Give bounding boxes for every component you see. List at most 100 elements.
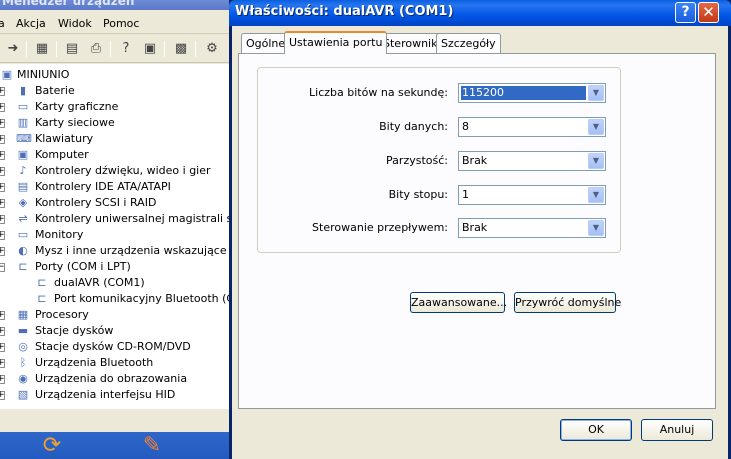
help-icon[interactable]: ? bbox=[117, 40, 135, 58]
flow-control-label: Sterowanie przepływem: bbox=[312, 221, 448, 234]
tree-item-label: Porty (COM i LPT) bbox=[35, 260, 131, 273]
sound-icon: ♪ bbox=[19, 164, 27, 177]
network-card-icon: ▥ bbox=[17, 116, 29, 129]
stop-bits-combo[interactable]: 1 ▼ bbox=[458, 185, 606, 205]
menu-item-cut[interactable]: a bbox=[0, 17, 6, 30]
tab-general[interactable]: Ogólne bbox=[241, 33, 291, 53]
port-settings-group: Liczba bitów na sekundę: 115200 ▼ Bity d… bbox=[257, 67, 621, 253]
device-manager-menubar: a Akcja Widok Pomoc bbox=[0, 14, 236, 34]
monitor-icon: ▭ bbox=[17, 228, 29, 241]
device-manager-toolbar: ➜ ▦ ▤ ⎙ ? ▣ ▩ ⚙ bbox=[0, 35, 236, 63]
mouse-icon: ◐ bbox=[18, 244, 28, 257]
data-bits-label: Bity danych: bbox=[379, 120, 448, 133]
tree-item-label: Kontrolery SCSI i RAID bbox=[35, 196, 157, 209]
close-button[interactable]: ✕ bbox=[698, 2, 719, 23]
flow-control-combo[interactable]: Brak ▼ bbox=[458, 218, 606, 238]
chevron-down-icon[interactable]: ▼ bbox=[588, 85, 604, 101]
computer-icon: ▣ bbox=[1, 68, 13, 81]
device-tree: ▣ MINIUNIO + ▮ Baterie + ▭ Karty graficzne + ▥ K… bbox=[0, 64, 236, 408]
tab-driver[interactable]: Sterownik bbox=[378, 33, 443, 53]
data-bits-value: 8 bbox=[462, 120, 469, 133]
chevron-down-icon[interactable]: ▼ bbox=[588, 187, 604, 203]
tree-item-label: Stacje dysków bbox=[35, 324, 114, 337]
chevron-down-icon[interactable]: ▼ bbox=[588, 153, 604, 169]
tree-item-label: Urządzenia interfejsu HID bbox=[35, 388, 176, 401]
menu-item-pomoc[interactable]: Pomoc bbox=[103, 17, 139, 30]
tab-port-settings[interactable]: Ustawienia portu bbox=[284, 31, 388, 54]
bits-per-second-value: 115200 bbox=[461, 86, 586, 100]
collapse-icon[interactable]: − bbox=[0, 263, 5, 272]
expand-icon[interactable]: + bbox=[0, 311, 5, 320]
disk-drive-icon: ▬ bbox=[17, 324, 29, 337]
expand-icon[interactable]: + bbox=[0, 247, 5, 256]
expand-icon[interactable]: + bbox=[0, 215, 5, 224]
tree-item-label: Urządzenia do obrazowania bbox=[35, 372, 188, 385]
battery-icon: ▮ bbox=[19, 84, 27, 97]
tree-item-label: Karty graficzne bbox=[35, 100, 119, 113]
port-device-icon: ⊏ bbox=[37, 292, 47, 305]
expand-icon[interactable]: + bbox=[0, 87, 5, 96]
parity-label: Parzystość: bbox=[386, 154, 448, 167]
tab-panel: Liczba bitów na sekundę: 115200 ▼ Bity d… bbox=[238, 53, 716, 409]
data-bits-combo[interactable]: 8 ▼ bbox=[458, 117, 606, 137]
menu-item-widok[interactable]: Widok bbox=[58, 17, 92, 30]
tree-item-label: Kontrolery dźwięku, wideo i gier bbox=[35, 164, 211, 177]
expand-icon[interactable]: + bbox=[0, 231, 5, 240]
bits-per-second-combo[interactable]: 115200 ▼ bbox=[458, 83, 606, 103]
print-icon[interactable]: ⎙ bbox=[87, 40, 105, 58]
stop-bits-value: 1 bbox=[462, 188, 469, 201]
ide-controller-icon: ▤ bbox=[17, 180, 29, 193]
menu-item-akcja[interactable]: Akcja bbox=[16, 17, 46, 30]
tree-view-icon[interactable]: ▦ bbox=[33, 40, 51, 58]
cdrom-icon: ◎ bbox=[18, 340, 28, 353]
ok-button[interactable]: OK bbox=[560, 419, 632, 441]
processor-icon: ▦ bbox=[17, 308, 29, 321]
help-button[interactable]: ? bbox=[675, 2, 696, 23]
keyboard-icon: ⌨ bbox=[16, 132, 32, 145]
chevron-down-icon[interactable]: ▼ bbox=[588, 119, 604, 135]
expand-icon[interactable]: + bbox=[0, 327, 5, 336]
display-adapter-icon: ▭ bbox=[17, 100, 29, 113]
properties-icon[interactable]: ▤ bbox=[63, 40, 81, 58]
expand-icon[interactable]: + bbox=[0, 183, 5, 192]
tree-item-label: Mysz i inne urządzenia wskazujące bbox=[35, 244, 227, 257]
tree-item-label: Karty sieciowe bbox=[35, 116, 115, 129]
computer-icon[interactable]: ▩ bbox=[172, 40, 190, 58]
tree-item-label: Komputer bbox=[35, 148, 89, 161]
advanced-button[interactable]: Zaawansowane... bbox=[410, 292, 507, 313]
sync-icon[interactable]: ⟳ bbox=[34, 432, 70, 459]
tree-item-label: dualAVR (COM1) bbox=[54, 276, 145, 289]
cancel-button[interactable]: Anuluj bbox=[641, 419, 713, 441]
restore-defaults-button[interactable]: Przywróć domyślne bbox=[514, 292, 621, 313]
expand-icon[interactable]: + bbox=[0, 343, 5, 352]
expand-icon[interactable]: + bbox=[0, 135, 5, 144]
device-manager-window: Menedżer urządzeń a Akcja Widok Pomoc ➜ … bbox=[0, 0, 236, 432]
tree-item-label: Port komunikacyjny Bluetooth (COM bbox=[54, 292, 236, 305]
dialog-titlebar[interactable]: Właściwości: dualAVR (COM1) ? ✕ bbox=[229, 0, 731, 26]
usb-icon: ⇌ bbox=[18, 212, 28, 225]
stop-bits-label: Bity stopu: bbox=[388, 188, 448, 201]
expand-icon[interactable]: + bbox=[0, 199, 5, 208]
tab-details[interactable]: Szczegóły bbox=[436, 33, 501, 53]
tree-item-label: Urządzenia Bluetooth bbox=[35, 356, 154, 369]
parity-combo[interactable]: Brak ▼ bbox=[458, 151, 606, 171]
forward-arrow-icon[interactable]: ➜ bbox=[4, 40, 22, 58]
expand-icon[interactable]: + bbox=[0, 103, 5, 112]
expand-icon[interactable]: + bbox=[0, 359, 5, 368]
expand-icon[interactable]: + bbox=[0, 151, 5, 160]
tree-item-label: Klawiatury bbox=[35, 132, 94, 145]
scan-hardware-icon[interactable]: ⚙ bbox=[203, 40, 221, 58]
expand-icon[interactable]: + bbox=[0, 375, 5, 384]
console-tree-icon[interactable]: ▣ bbox=[141, 40, 159, 58]
parity-value: Brak bbox=[462, 154, 488, 167]
expand-icon[interactable]: + bbox=[0, 391, 5, 400]
port-icon: ⊏ bbox=[18, 260, 28, 273]
chevron-down-icon[interactable]: ▼ bbox=[588, 220, 604, 236]
paint-icon[interactable]: ✎ bbox=[134, 432, 170, 459]
hid-icon: ▧ bbox=[17, 388, 29, 401]
expand-icon[interactable]: + bbox=[0, 167, 5, 176]
tree-item-label: Procesory bbox=[35, 308, 89, 321]
expand-icon[interactable]: + bbox=[0, 119, 5, 128]
tree-item-label: Stacje dysków CD-ROM/DVD bbox=[35, 340, 191, 353]
bluetooth-icon: ᛒ bbox=[19, 356, 27, 369]
